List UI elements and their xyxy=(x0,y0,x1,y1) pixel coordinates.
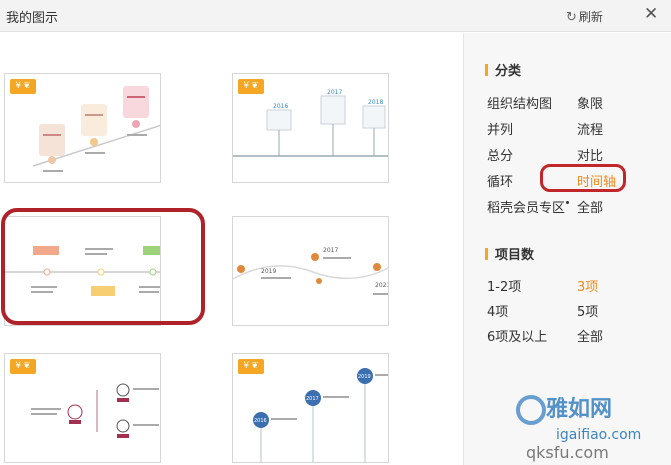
vip-badge: ¥ ❦ xyxy=(238,79,264,94)
watermark-url: igaifiao.com xyxy=(556,427,642,443)
year-label: 2016 xyxy=(273,103,288,110)
member-zone-label: 稻壳会员专区 xyxy=(487,201,566,216)
template-card[interactable]: ¥ ❦ xyxy=(4,73,161,183)
category-option-member-zone[interactable]: 稻壳会员专区 xyxy=(487,197,570,216)
category-option[interactable]: 组织结构图 xyxy=(487,93,552,112)
watermark-logo-icon xyxy=(516,395,546,425)
year-label: 2017 xyxy=(327,89,342,96)
count-option-active[interactable]: 3项 xyxy=(577,276,598,295)
refresh-button[interactable]: ↻ 刷新 xyxy=(566,8,603,25)
refresh-label: 刷新 xyxy=(578,10,603,24)
count-title-text: 项目数 xyxy=(495,248,535,263)
template-card[interactable]: 2016 2017 2019 ¥ ❦ xyxy=(232,353,389,463)
yen-icon: ¥ xyxy=(243,361,250,371)
year-label: 2017 xyxy=(306,396,319,402)
selection-highlight xyxy=(1,208,205,325)
year-label: 2019 xyxy=(358,374,371,380)
count-option[interactable]: 1-2项 xyxy=(487,276,521,295)
yen-icon: ¥ xyxy=(243,81,250,91)
category-highlight xyxy=(540,164,626,192)
vip-badge: ¥ ❦ xyxy=(10,79,36,94)
category-option[interactable]: 全部 xyxy=(577,197,603,216)
template-card[interactable]: 2016 2017 2018 ¥ ❦ xyxy=(232,73,389,183)
refresh-icon: ↻ xyxy=(566,10,577,25)
leaf-icon: ❦ xyxy=(23,361,31,371)
leaf-icon: ❦ xyxy=(251,361,259,371)
watermark-url-secondary: qksfu.com xyxy=(526,443,609,462)
category-section-title: 分类 xyxy=(485,60,521,79)
year-label: 2017 xyxy=(323,247,338,254)
template-thumbnail: 2019 2017 2021 xyxy=(233,247,389,295)
category-option[interactable]: 循环 xyxy=(487,171,513,190)
notification-dot xyxy=(566,201,570,204)
yen-icon: ¥ xyxy=(15,81,22,91)
category-option[interactable]: 并列 xyxy=(487,119,513,138)
count-option[interactable]: 5项 xyxy=(577,301,598,320)
template-card[interactable]: 2019 2017 2021 xyxy=(232,216,389,326)
section-accent-bar xyxy=(485,248,488,260)
watermark-text: 雅如网 xyxy=(546,397,613,422)
category-option[interactable]: 对比 xyxy=(577,145,603,164)
template-card[interactable]: ¥ ❦ xyxy=(4,353,161,463)
category-option[interactable]: 象限 xyxy=(577,93,603,112)
count-option[interactable]: 6项及以上 xyxy=(487,326,547,345)
title-bar: 我的图示 ↻ 刷新 ✕ xyxy=(0,0,671,32)
leaf-icon: ❦ xyxy=(23,81,31,91)
site-watermark: 雅如网 igaifiao.com qksfu.com xyxy=(508,383,671,465)
yen-icon: ¥ xyxy=(15,361,22,371)
close-button[interactable]: ✕ xyxy=(644,4,658,24)
count-option[interactable]: 全部 xyxy=(577,326,603,345)
year-label: 2019 xyxy=(261,268,276,275)
category-option[interactable]: 总分 xyxy=(487,145,513,164)
section-accent-bar xyxy=(485,64,488,76)
count-option[interactable]: 4项 xyxy=(487,301,508,320)
year-label: 2016 xyxy=(254,418,267,424)
window-title: 我的图示 xyxy=(6,11,59,26)
template-grid: ¥ ❦ 2016 2017 2018 ¥ ❦ 2019 2017 2021 ¥ … xyxy=(0,33,463,465)
category-option[interactable]: 流程 xyxy=(577,119,603,138)
year-label: 2021 xyxy=(375,282,389,289)
year-label: 2018 xyxy=(368,99,383,106)
count-section-title: 项目数 xyxy=(485,244,534,263)
vip-badge: ¥ ❦ xyxy=(238,359,264,374)
vip-badge: ¥ ❦ xyxy=(10,359,36,374)
category-title-text: 分类 xyxy=(495,64,522,79)
leaf-icon: ❦ xyxy=(251,81,259,91)
